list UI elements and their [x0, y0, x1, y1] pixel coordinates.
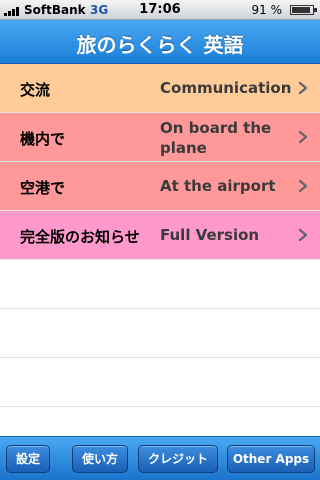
bottom-toolbar: 設定 使い方 クレジット Other Apps [0, 436, 320, 480]
battery-percentage: 91 % [251, 3, 283, 17]
status-bar: SoftBank 3G 17:06 91 % [0, 0, 320, 20]
menu-item-full-version[interactable]: 完全版のお知らせ Full Version [0, 211, 320, 260]
menu-item-airport[interactable]: 空港で At the airport [0, 162, 320, 211]
menu-item-label-ja: 空港で [20, 179, 66, 197]
menu-item-label-en: Communication [160, 79, 292, 97]
empty-list-row [0, 358, 320, 407]
menu-item-label-en: At the airport [160, 177, 276, 195]
menu-item-communication[interactable]: 交流 Communication [0, 64, 320, 113]
chevron-right-icon [298, 81, 308, 95]
empty-list-row [0, 260, 320, 309]
menu-item-label-en: On board the plane [160, 119, 272, 157]
chevron-right-icon [298, 179, 308, 193]
battery-icon [290, 5, 317, 15]
how-to-use-button[interactable]: 使い方 [72, 445, 128, 473]
menu-item-label-ja: 交流 [20, 81, 51, 99]
empty-list-row [0, 309, 320, 358]
menu-list: 交流 Communication 機内で On board the plane … [0, 64, 320, 436]
page-title: 旅のらくらく 英語 [76, 33, 244, 57]
settings-button[interactable]: 設定 [6, 445, 50, 473]
menu-item-label-ja: 機内で [20, 130, 66, 148]
navigation-bar: 旅のらくらく 英語 [0, 20, 320, 64]
chevron-right-icon [298, 130, 308, 144]
other-apps-button[interactable]: Other Apps [227, 445, 315, 473]
menu-item-on-board[interactable]: 機内で On board the plane [0, 113, 320, 162]
menu-item-label-ja: 完全版のお知らせ [20, 228, 140, 246]
credits-button[interactable]: クレジット [138, 445, 218, 473]
menu-item-label-en: Full Version [160, 226, 260, 244]
chevron-right-icon [298, 228, 308, 242]
